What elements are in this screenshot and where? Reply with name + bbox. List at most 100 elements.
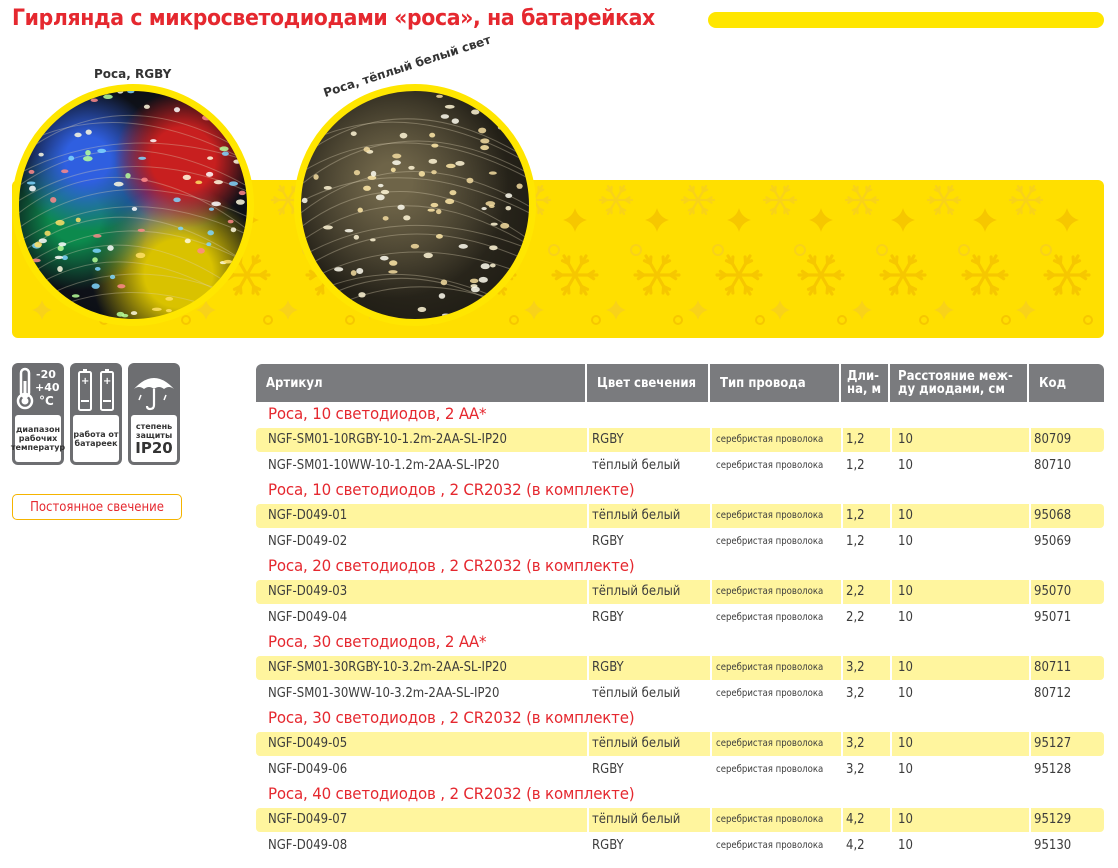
led-dot (431, 170, 437, 175)
cell-article: NGF-D049-08 (268, 838, 348, 853)
wire-strand (310, 286, 529, 319)
led-dot (497, 124, 507, 130)
rgb-garland-photo (12, 84, 254, 326)
led-dot (38, 152, 44, 157)
cell-spacing: 10 (898, 812, 913, 827)
snowflake-icon (598, 185, 634, 215)
table-row: NGF-SM01-30WW-10-3.2m-2AA-SL-IP20 тёплый … (256, 682, 1104, 706)
led-dot (221, 151, 229, 156)
led-dot (489, 245, 498, 251)
led-dot (50, 196, 57, 203)
cell-color: тёплый белый (592, 584, 681, 599)
cell-article: NGF-D049-01 (268, 508, 348, 523)
led-dot (182, 174, 191, 180)
ring-icon (712, 244, 724, 256)
table-row: NGF-SM01-10WW-10-1.2m-2AA-SL-IP20 тёплый … (256, 454, 1104, 478)
cell-article: NGF-D049-05 (268, 736, 348, 751)
led-dot (235, 107, 243, 112)
led-dot (476, 95, 484, 102)
sparkle-icon (934, 300, 954, 320)
header-article: Артикул (256, 364, 585, 402)
led-dot (125, 172, 131, 179)
rgb-garland-image (19, 91, 247, 319)
led-dot (350, 131, 357, 136)
header-wire: Тип провода (710, 364, 839, 402)
sparkle-icon (852, 300, 872, 320)
led-dot (488, 204, 495, 209)
led-dot (137, 228, 145, 232)
cell-article: NGF-SM01-30WW-10-3.2m-2AA-SL-IP20 (268, 686, 500, 701)
lighting-mode-badge: Постоянное свечение (12, 494, 182, 520)
cell-length: 3,2 (846, 686, 865, 701)
led-dot (117, 91, 124, 94)
cell-color: RGBY (592, 762, 624, 777)
led-dot (116, 311, 125, 317)
led-dot (113, 181, 124, 187)
column-divider (710, 504, 712, 528)
led-dot (93, 234, 102, 238)
snowflake-icon (797, 254, 845, 296)
temp-min: -20 (36, 368, 56, 381)
led-dot (377, 183, 384, 188)
cell-length: 2,2 (846, 610, 865, 625)
warm-garland-photo (294, 84, 536, 326)
column-divider (710, 580, 712, 604)
column-divider (710, 428, 712, 452)
cell-article: NGF-SM01-10WW-10-1.2m-2AA-SL-IP20 (268, 458, 500, 473)
column-divider (587, 428, 589, 452)
led-dot (524, 304, 529, 311)
led-dot (219, 146, 229, 152)
led-dot (358, 292, 366, 298)
rgb-photo-caption: Роса, RGBY (94, 67, 172, 81)
cell-wire: серебристая проволока (716, 814, 824, 825)
column-divider (890, 580, 892, 604)
ring-icon (958, 244, 970, 256)
snowflake-icon (551, 254, 599, 296)
led-dot (323, 225, 333, 230)
sparkle-icon (809, 208, 833, 232)
cell-article: NGF-D049-04 (268, 610, 348, 625)
cell-wire: серебристая проволока (716, 688, 824, 699)
cell-spacing: 10 (898, 686, 913, 701)
cell-article: NGF-SM01-10RGBY-10-1.2m-2AA-SL-IP20 (268, 432, 507, 447)
led-dot (230, 227, 237, 233)
led-dot (24, 146, 32, 152)
cell-color: тёплый белый (592, 458, 681, 473)
group-title: Роса, 10 светодиодов, 2 АА* (268, 404, 487, 423)
led-dot (223, 288, 233, 294)
led-dot (208, 207, 215, 211)
led-dot (356, 268, 364, 275)
header-code: Код (1029, 364, 1104, 402)
led-dot (177, 226, 184, 231)
led-dot (392, 153, 402, 159)
led-dot (131, 206, 138, 211)
column-divider (841, 504, 843, 528)
cell-wire: серебристая проволока (716, 662, 824, 673)
cell-code: 95129 (1034, 812, 1072, 827)
led-dot (117, 284, 126, 289)
wire-strand (19, 230, 247, 271)
sparkle-icon (1055, 208, 1079, 232)
led-dot (107, 245, 114, 251)
led-dot (410, 243, 420, 249)
led-dot (375, 194, 385, 201)
led-dot (440, 279, 448, 286)
led-dot (427, 208, 435, 212)
led-dot (435, 234, 443, 239)
led-dot (444, 104, 455, 109)
led-dot (313, 174, 319, 180)
cell-code: 95130 (1034, 838, 1072, 853)
wire-strand (301, 140, 529, 186)
led-dot (451, 118, 459, 124)
wire-strand (19, 122, 247, 162)
group-title: Роса, 30 светодиодов, 2 АА* (268, 632, 487, 651)
led-dot (469, 278, 479, 284)
wire-strand (19, 244, 247, 298)
led-dot (353, 170, 361, 176)
led-dot (197, 248, 205, 254)
table-row: NGF-D049-01 тёплый белый серебристая прово… (256, 504, 1104, 528)
cell-article: NGF-D049-06 (268, 762, 348, 777)
led-dot (441, 313, 450, 317)
cell-wire: серебристая проволока (716, 586, 824, 597)
wire-strand (301, 142, 529, 180)
